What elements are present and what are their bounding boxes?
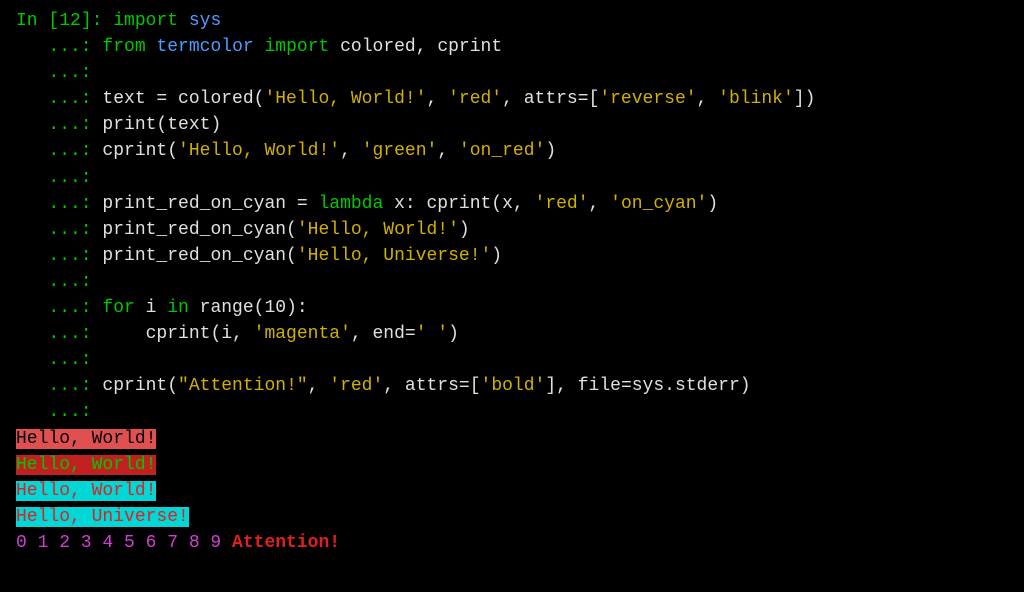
code-line-4: ...: text = colored('Hello, World!', 're… [16, 86, 1008, 112]
code-line-8: ...: print_red_on_cyan = lambda x: cprin… [16, 191, 1008, 217]
code-line-9: ...: print_red_on_cyan('Hello, World!') [16, 217, 1008, 243]
code-line-2: ...: from termcolor import colored, cpri… [16, 34, 1008, 60]
kw-lambda: lambda [318, 194, 383, 214]
module-sys: sys [189, 11, 221, 31]
code-line-6: ...: cprint('Hello, World!', 'green', 'o… [16, 138, 1008, 164]
prompt-in: In [12]: [16, 11, 113, 31]
kw-import: import [113, 11, 178, 31]
out-hello-1: Hello, World! [16, 429, 156, 449]
code-line-7: ...: [16, 165, 1008, 191]
output-line-2: Hello, World! [16, 452, 1008, 478]
code-line-10: ...: print_red_on_cyan('Hello, Universe!… [16, 243, 1008, 269]
terminal[interactable]: In [12]: import sys ...: from termcolor … [16, 8, 1008, 556]
imports: colored, cprint [340, 37, 502, 57]
kw-for: for [102, 298, 134, 318]
output-line-4: Hello, Universe! [16, 504, 1008, 530]
code-line-3: ...: [16, 60, 1008, 86]
out-hello-4: Hello, Universe! [16, 507, 189, 527]
out-numbers: 0 1 2 3 4 5 6 7 8 9 [16, 533, 221, 553]
out-hello-3: Hello, World! [16, 481, 156, 501]
out-attention: Attention! [232, 533, 340, 553]
out-hello-2: Hello, World! [16, 455, 156, 475]
module-termcolor: termcolor [156, 37, 253, 57]
kw-in: in [167, 298, 189, 318]
output-line-3: Hello, World! [16, 478, 1008, 504]
prompt-cont: ...: [16, 34, 102, 60]
output-line-1: Hello, World! [16, 426, 1008, 452]
kw-import: import [264, 37, 329, 57]
code-line-15: ...: cprint("Attention!", 'red', attrs=[… [16, 373, 1008, 399]
output-line-5: 0 1 2 3 4 5 6 7 8 9 Attention! [16, 530, 1008, 556]
kw-from: from [102, 37, 145, 57]
code-line-14: ...: [16, 347, 1008, 373]
code-line-1: In [12]: import sys [16, 8, 1008, 34]
code-line-12: ...: for i in range(10): [16, 295, 1008, 321]
code-line-5: ...: print(text) [16, 112, 1008, 138]
code-line-16: ...: [16, 399, 1008, 425]
code-line-11: ...: [16, 269, 1008, 295]
code-line-13: ...: cprint(i, 'magenta', end=' ') [16, 321, 1008, 347]
